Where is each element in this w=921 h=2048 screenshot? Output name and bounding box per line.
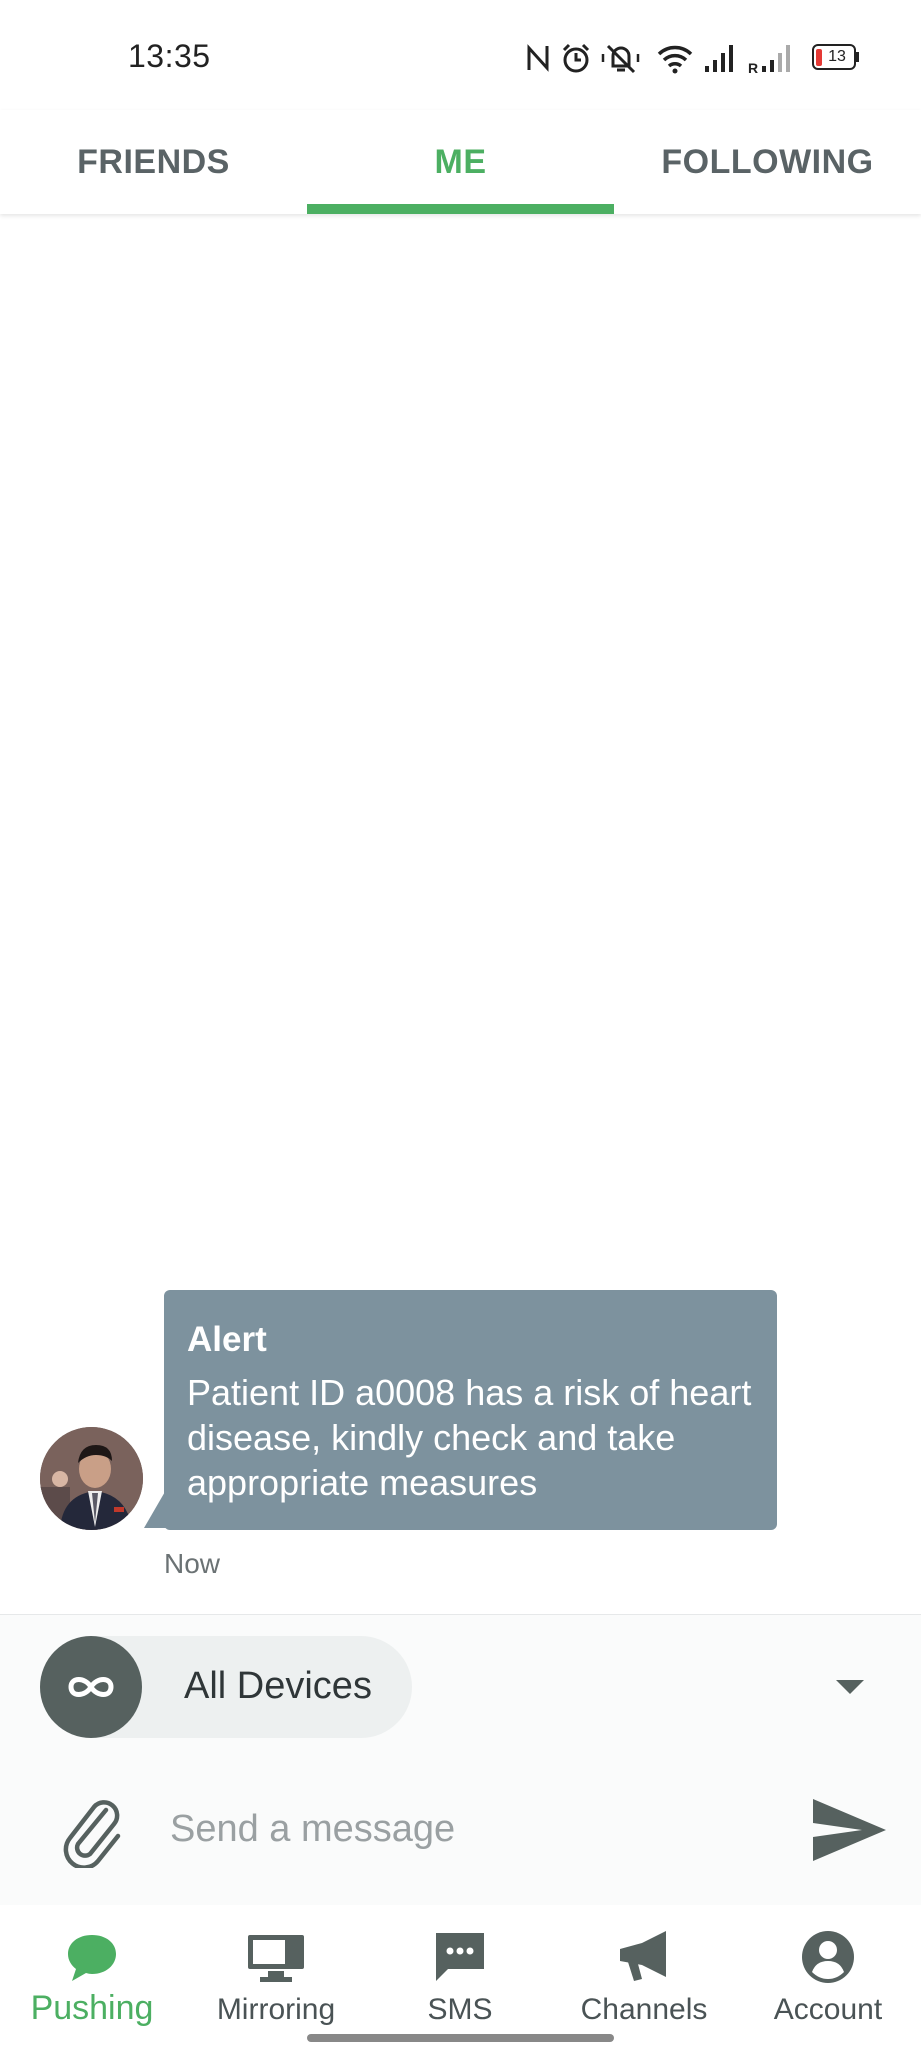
avatar-photo bbox=[40, 1427, 143, 1530]
status-time: 13:35 bbox=[128, 38, 211, 74]
nav-account[interactable]: Account bbox=[736, 1905, 920, 2048]
top-tabs: FRIENDS ME FOLLOWING bbox=[0, 110, 921, 214]
chat-bubble-icon bbox=[68, 1935, 116, 1981]
avatar[interactable] bbox=[40, 1427, 143, 1530]
tab-friends[interactable]: FRIENDS bbox=[0, 110, 307, 214]
nav-mirroring[interactable]: Mirroring bbox=[184, 1905, 368, 2048]
battery-level: 13 bbox=[828, 48, 846, 65]
nav-pushing-label: Pushing bbox=[30, 1989, 154, 2027]
home-indicator[interactable] bbox=[307, 2034, 614, 2042]
roaming-signal-icon: R bbox=[748, 45, 790, 76]
message-bubble[interactable]: Alert Patient ID a0008 has a risk of hea… bbox=[164, 1290, 777, 1530]
wifi-icon bbox=[657, 45, 693, 74]
nav-channels-label: Channels bbox=[580, 1993, 708, 2026]
tab-following[interactable]: FOLLOWING bbox=[614, 110, 921, 214]
monitor-icon bbox=[248, 1935, 304, 1982]
active-tab-indicator bbox=[307, 204, 614, 214]
device-selector-label: All Devices bbox=[184, 1665, 372, 1707]
battery-icon: 13 bbox=[812, 44, 859, 70]
mute-icon bbox=[601, 44, 640, 74]
infinity-icon bbox=[68, 1677, 114, 1697]
paperclip-icon[interactable] bbox=[60, 1796, 124, 1868]
sms-icon bbox=[436, 1933, 484, 1981]
message-input[interactable] bbox=[168, 1790, 772, 1868]
signal-icon bbox=[705, 45, 733, 72]
megaphone-icon bbox=[620, 1931, 666, 1981]
nav-pushing[interactable]: Pushing bbox=[0, 1905, 184, 2048]
nav-channels[interactable]: Channels bbox=[552, 1905, 736, 2048]
nav-account-label: Account bbox=[773, 1993, 883, 2026]
nfc-icon bbox=[527, 44, 549, 72]
device-icon-circle[interactable] bbox=[40, 1636, 142, 1738]
status-bar: 13:35 R 13 bbox=[0, 0, 921, 110]
bubble-tail bbox=[144, 1490, 166, 1528]
nav-sms[interactable]: SMS bbox=[368, 1905, 552, 2048]
nav-sms-label: SMS bbox=[427, 1993, 493, 2026]
svg-text:R: R bbox=[748, 60, 758, 76]
account-icon bbox=[802, 1931, 854, 1983]
bottom-navigation: Pushing Mirroring SMS Channels Account bbox=[0, 1905, 921, 2048]
message-title: Alert bbox=[187, 1320, 267, 1359]
nav-mirroring-label: Mirroring bbox=[216, 1993, 336, 2026]
dropdown-arrow-icon[interactable] bbox=[836, 1680, 864, 1694]
tab-me[interactable]: ME bbox=[307, 110, 614, 214]
message-body: Patient ID a0008 has a risk of heart dis… bbox=[187, 1372, 752, 1503]
alarm-icon bbox=[562, 43, 590, 73]
message-timestamp: Now bbox=[164, 1548, 221, 1579]
send-icon[interactable] bbox=[810, 1796, 888, 1864]
